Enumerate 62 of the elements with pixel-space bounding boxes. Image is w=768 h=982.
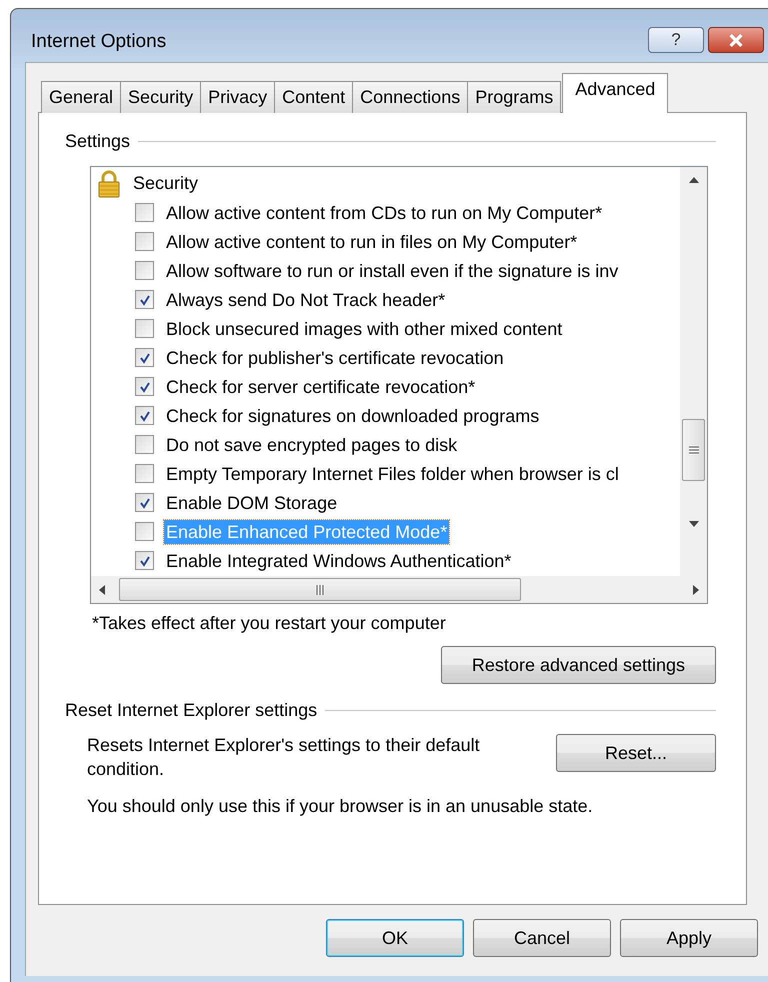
restore-button[interactable]: Restore advanced settings bbox=[441, 646, 716, 684]
horizontal-scrollbar[interactable] bbox=[91, 576, 707, 603]
setting-label[interactable]: Block unsecured images with other mixed content bbox=[164, 316, 564, 340]
setting-label[interactable]: Allow active content to run in files on My Computer* bbox=[164, 230, 580, 254]
scroll-up-icon[interactable] bbox=[688, 177, 698, 183]
checkmark-icon bbox=[138, 554, 150, 566]
checkmark-icon bbox=[138, 294, 150, 306]
vertical-scrollbar[interactable] bbox=[680, 167, 707, 577]
checkbox[interactable] bbox=[135, 290, 154, 309]
scroll-down-icon[interactable] bbox=[688, 521, 698, 527]
tab[interactable]: Connections bbox=[352, 81, 468, 113]
setting-label[interactable]: Enable DOM Storage bbox=[164, 490, 340, 514]
window-title: Internet Options bbox=[31, 30, 166, 52]
setting-label[interactable]: Enable Integrated Windows Authentication* bbox=[164, 548, 514, 572]
close-icon bbox=[728, 34, 744, 46]
checkbox[interactable] bbox=[135, 493, 154, 512]
group-label: Security bbox=[133, 173, 198, 194]
dialog-button[interactable]: OK bbox=[326, 919, 464, 957]
tab[interactable]: Content bbox=[274, 81, 354, 113]
checkbox[interactable] bbox=[135, 551, 154, 570]
scroll-thumb[interactable] bbox=[119, 578, 521, 601]
setting-label[interactable]: Do not save encrypted pages to disk bbox=[164, 432, 460, 456]
setting-label[interactable]: Always send Do Not Track header* bbox=[164, 288, 448, 312]
setting-label[interactable]: Check for server certificate revocation* bbox=[164, 374, 478, 398]
footnote: *Takes effect after you restart your computer bbox=[92, 613, 447, 634]
help-button[interactable]: ? bbox=[648, 27, 704, 53]
checkbox[interactable] bbox=[135, 232, 154, 251]
close-button[interactable] bbox=[708, 27, 764, 53]
tab[interactable]: Privacy bbox=[200, 81, 276, 113]
setting-label[interactable]: Allow software to run or install even if the signature is inv bbox=[164, 258, 620, 282]
reset-description: Resets Internet Explorer's settings to their default condition. bbox=[87, 734, 481, 781]
checkbox[interactable] bbox=[135, 406, 154, 425]
tab[interactable]: Security bbox=[120, 81, 202, 113]
scroll-thumb[interactable] bbox=[682, 419, 705, 481]
lock-icon bbox=[97, 170, 121, 198]
checkbox[interactable] bbox=[135, 435, 154, 454]
checkmark-icon bbox=[138, 352, 150, 364]
setting-label[interactable]: Empty Temporary Internet Files folder when browser is cl bbox=[164, 462, 621, 486]
tab[interactable]: General bbox=[41, 81, 122, 113]
tab[interactable]: Programs bbox=[467, 81, 562, 113]
checkbox[interactable] bbox=[135, 377, 154, 396]
dialog-button[interactable]: Cancel bbox=[473, 919, 611, 957]
checkbox[interactable] bbox=[135, 203, 154, 222]
reset-button[interactable]: Reset... bbox=[556, 734, 716, 772]
scroll-right-icon[interactable] bbox=[693, 584, 699, 594]
scroll-left-icon[interactable] bbox=[99, 584, 105, 594]
setting-label[interactable]: Check for signatures on downloaded programs bbox=[164, 404, 542, 428]
setting-label[interactable]: Allow active content from CDs to run on My Computer* bbox=[164, 200, 604, 224]
checkbox[interactable] bbox=[135, 522, 154, 541]
checkbox[interactable] bbox=[135, 261, 154, 280]
checkmark-icon bbox=[138, 496, 150, 508]
dialog-button[interactable]: Apply bbox=[620, 919, 758, 957]
checkbox[interactable] bbox=[135, 319, 154, 338]
group-label: Reset Internet Explorer settings bbox=[65, 700, 318, 721]
checkmark-icon bbox=[138, 380, 150, 392]
warning-text: You should only use this if your browser is in an unusable state. bbox=[87, 796, 594, 817]
tab[interactable]: Advanced bbox=[562, 73, 668, 113]
checkbox[interactable] bbox=[135, 348, 154, 367]
checkbox[interactable] bbox=[135, 464, 154, 483]
setting-label[interactable]: Check for publisher's certificate revocation bbox=[164, 346, 506, 370]
checkmark-icon bbox=[138, 410, 150, 422]
group-label: Settings bbox=[65, 131, 130, 152]
